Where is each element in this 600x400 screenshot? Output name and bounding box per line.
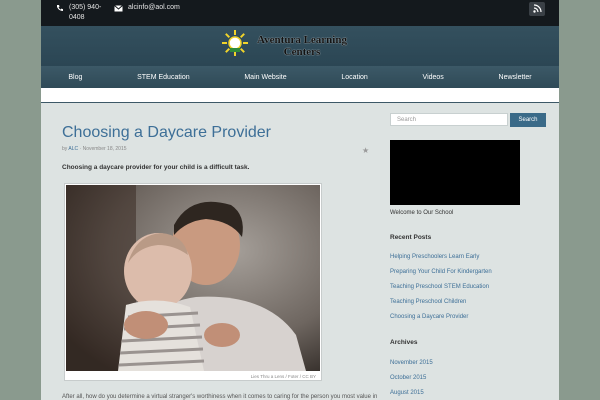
site-logo[interactable]: Aventura Learning Centers bbox=[221, 29, 355, 62]
search-input[interactable]: Search bbox=[390, 113, 508, 126]
archive-link[interactable]: October 2015 bbox=[390, 375, 426, 381]
sun-icon bbox=[221, 29, 249, 62]
nav-item-location[interactable]: Location bbox=[341, 74, 367, 81]
video-caption: Welcome to Our School bbox=[390, 210, 454, 216]
post-lead: Choosing a daycare provider for your chi… bbox=[62, 164, 250, 171]
post-author[interactable]: ALC bbox=[68, 146, 78, 152]
rss-button[interactable] bbox=[529, 2, 545, 16]
phone-icon bbox=[56, 4, 64, 12]
nav-item-videos[interactable]: Videos bbox=[423, 74, 444, 81]
archive-link[interactable]: November 2015 bbox=[390, 360, 433, 366]
recent-post-link[interactable]: Preparing Your Child For Kindergarten bbox=[390, 269, 492, 275]
phone-contact[interactable]: (305) 940-0408 bbox=[56, 3, 106, 23]
recent-post-link[interactable]: Teaching Preschool STEM Education bbox=[390, 284, 489, 290]
nav-item-stem-education[interactable]: STEM Education bbox=[137, 74, 190, 81]
video-player[interactable] bbox=[390, 140, 520, 205]
recent-post-link[interactable]: Choosing a Daycare Provider bbox=[390, 314, 468, 320]
top-bar: (305) 940-0408 alcinfo@aol.com bbox=[41, 0, 559, 26]
email-contact[interactable]: alcinfo@aol.com bbox=[114, 3, 180, 13]
meta-separator: · bbox=[79, 146, 82, 152]
email-address: alcinfo@aol.com bbox=[128, 4, 180, 11]
post-body-start: After all, how do you determine a virtua… bbox=[62, 394, 378, 400]
meta-by: by bbox=[62, 146, 68, 152]
post-date: November 18, 2015 bbox=[82, 146, 127, 152]
phone-number: (305) 940-0408 bbox=[69, 4, 102, 21]
photo-caption[interactable]: Lies Thru a Lens / Foter / CC BY bbox=[251, 374, 316, 379]
envelope-icon bbox=[114, 4, 123, 12]
main-nav: Blog STEM Education Main Website Locatio… bbox=[41, 66, 559, 88]
nav-item-main-website[interactable]: Main Website bbox=[244, 74, 286, 81]
sub-nav-bar bbox=[41, 88, 559, 103]
site-header: Aventura Learning Centers bbox=[41, 26, 559, 66]
archive-link[interactable]: August 2015 bbox=[390, 390, 424, 396]
logo-text: Aventura Learning Centers bbox=[257, 33, 347, 58]
rss-icon bbox=[532, 0, 542, 18]
recent-posts-heading: Recent Posts bbox=[390, 234, 432, 241]
nav-item-newsletter[interactable]: Newsletter bbox=[499, 74, 532, 81]
photo-image bbox=[66, 185, 320, 371]
recent-post-link[interactable]: Teaching Preschool Children bbox=[390, 299, 466, 305]
search-button[interactable]: Search bbox=[510, 113, 546, 127]
post-photo: Lies Thru a Lens / Foter / CC BY bbox=[64, 183, 322, 381]
star-icon[interactable]: ★ bbox=[362, 146, 369, 155]
content-area: Choosing a Daycare Provider by ALC · Nov… bbox=[41, 103, 559, 400]
post-meta: by ALC · November 18, 2015 bbox=[62, 146, 127, 152]
post-title[interactable]: Choosing a Daycare Provider bbox=[62, 124, 271, 142]
nav-item-blog[interactable]: Blog bbox=[68, 74, 82, 81]
recent-post-link[interactable]: Helping Preschoolers Learn Early bbox=[390, 254, 479, 260]
archives-heading: Archives bbox=[390, 339, 418, 346]
